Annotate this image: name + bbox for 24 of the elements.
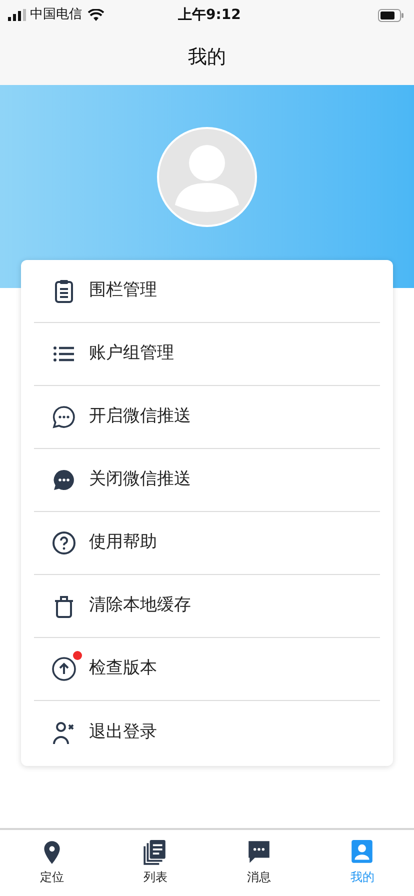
signal-icon bbox=[8, 9, 26, 21]
menu-item[interactable]: 清除本地缓存 bbox=[34, 575, 380, 638]
menu-item[interactable]: 退出登录 bbox=[34, 701, 380, 764]
menu-item[interactable]: 围栏管理 bbox=[34, 260, 380, 323]
menu-item[interactable]: 账户组管理 bbox=[34, 323, 380, 386]
profile-icon bbox=[349, 839, 376, 865]
battery-icon bbox=[378, 8, 404, 22]
menu-item[interactable]: 开启微信推送 bbox=[34, 386, 380, 449]
chat-bubble-icon bbox=[51, 404, 77, 430]
help-icon bbox=[51, 530, 77, 556]
tab[interactable]: 列表 bbox=[104, 830, 207, 896]
tab[interactable]: 消息 bbox=[207, 830, 310, 896]
page-title: 我的 bbox=[188, 45, 226, 70]
menu-item[interactable]: 检查版本 bbox=[34, 638, 380, 701]
menu-item[interactable]: 使用帮助 bbox=[34, 512, 380, 575]
upload-icon bbox=[51, 656, 77, 682]
status-time: 上午9:12 bbox=[178, 6, 241, 24]
menu-item[interactable]: 关闭微信推送 bbox=[34, 449, 380, 512]
tab[interactable]: 定位 bbox=[0, 830, 104, 896]
wifi-icon bbox=[88, 9, 104, 21]
documents-icon bbox=[142, 839, 168, 865]
carrier-name: 中国电信 bbox=[30, 6, 82, 24]
message-icon bbox=[246, 839, 272, 865]
chat-bubble-icon bbox=[51, 467, 77, 493]
